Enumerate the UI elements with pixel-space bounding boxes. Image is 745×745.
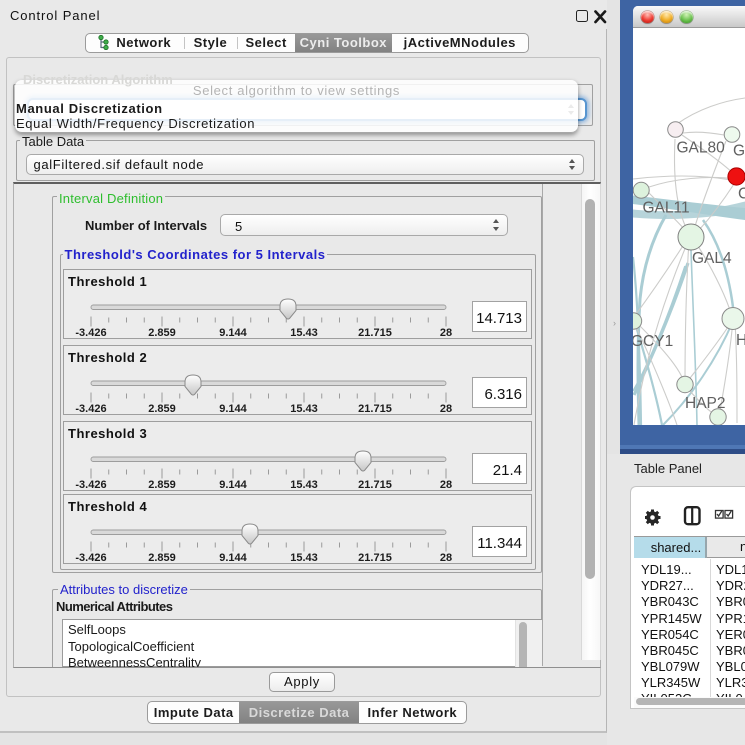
- svg-text:28: 28: [440, 327, 452, 339]
- svg-text:HAP2: HAP2: [685, 395, 726, 412]
- svg-text:28: 28: [440, 479, 452, 491]
- svg-text:15.43: 15.43: [290, 479, 318, 491]
- svg-text:15.43: 15.43: [290, 403, 318, 415]
- svg-text:9.144: 9.144: [219, 552, 247, 564]
- svg-text:2.859: 2.859: [148, 552, 176, 564]
- svg-text:GAL4: GAL4: [692, 250, 732, 267]
- svg-text:GAL11: GAL11: [643, 200, 690, 217]
- svg-text:2.859: 2.859: [148, 403, 176, 415]
- svg-text:-3.426: -3.426: [75, 403, 106, 415]
- svg-text:9.144: 9.144: [219, 327, 247, 339]
- svg-text:21.715: 21.715: [358, 552, 392, 564]
- svg-text:9.144: 9.144: [219, 403, 247, 415]
- svg-text:15.43: 15.43: [290, 327, 318, 339]
- svg-text:21.715: 21.715: [358, 479, 392, 491]
- svg-text:-3.426: -3.426: [75, 552, 106, 564]
- svg-text:-3.426: -3.426: [75, 479, 106, 491]
- svg-text:-3.426: -3.426: [75, 327, 106, 339]
- svg-text:GA: GA: [733, 143, 745, 160]
- svg-text:21.715: 21.715: [358, 403, 392, 415]
- svg-text:2.859: 2.859: [148, 327, 176, 339]
- svg-text:21.715: 21.715: [358, 327, 392, 339]
- svg-text:2.859: 2.859: [148, 479, 176, 491]
- svg-text:C: C: [738, 186, 745, 203]
- svg-text:GAL80: GAL80: [677, 140, 726, 157]
- svg-text:15.43: 15.43: [290, 552, 318, 564]
- svg-text:9.144: 9.144: [219, 479, 247, 491]
- svg-text:28: 28: [440, 552, 452, 564]
- svg-text:GCY1: GCY1: [633, 333, 673, 350]
- svg-text:28: 28: [440, 403, 452, 415]
- svg-text:H: H: [736, 332, 745, 349]
